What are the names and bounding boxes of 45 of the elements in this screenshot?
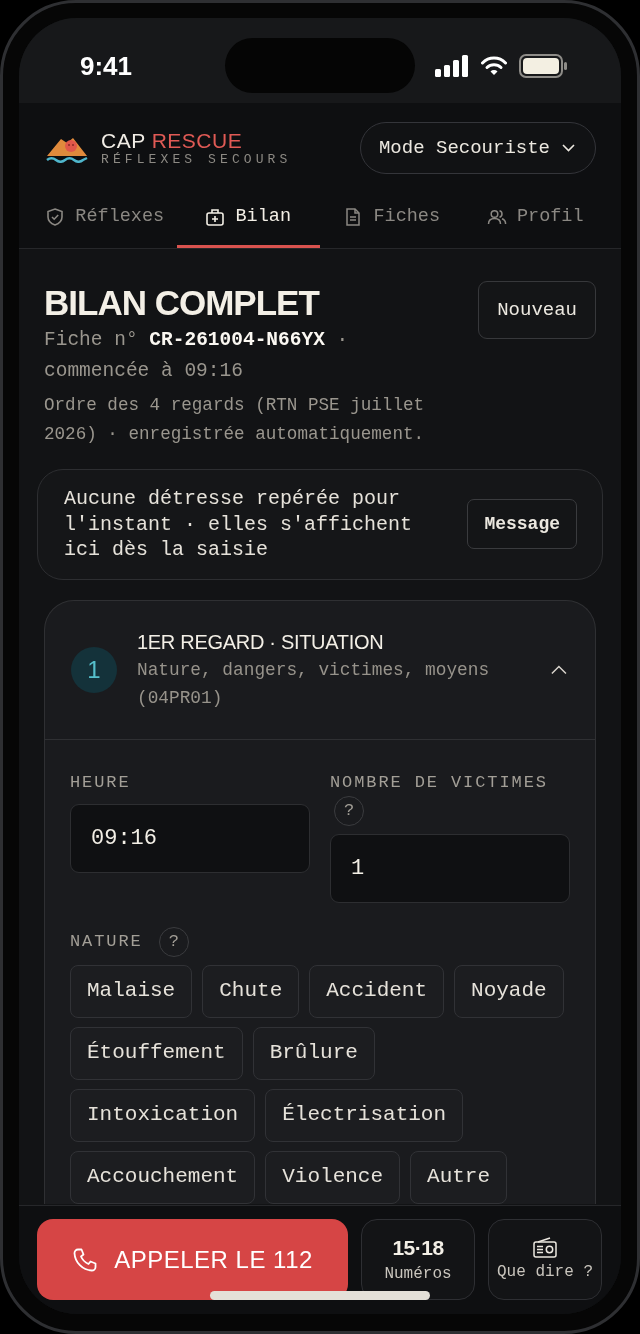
- tab[interactable]: Fiches: [320, 188, 464, 248]
- phone-icon: [72, 1246, 99, 1273]
- nature-chip[interactable]: Brûlure: [252, 1026, 375, 1080]
- nature-chip[interactable]: Noyade: [454, 964, 564, 1018]
- nature-chip[interactable]: Violence: [265, 1150, 401, 1204]
- field-label: NOMBRE DE VICTIMES: [330, 772, 548, 792]
- mode-dropdown[interactable]: Mode Secouriste: [359, 122, 596, 174]
- text-field[interactable]: 09:16: [70, 803, 310, 873]
- nature-chip[interactable]: Intoxication: [70, 1088, 256, 1142]
- tab[interactable]: Profil: [463, 188, 607, 248]
- section-subtitle: Nature, dangers, victimes, moyens (04PR01): [137, 658, 491, 710]
- call-button[interactable]: APPELER LE 112: [37, 1219, 348, 1300]
- step-number: 1: [71, 646, 117, 693]
- brand-name: CAP RESCUE: [101, 129, 244, 152]
- nature-chip[interactable]: Chute: [202, 964, 300, 1018]
- battery-icon: [519, 53, 567, 78]
- tab[interactable]: Réflexes: [33, 188, 177, 248]
- signal-icon: [435, 54, 469, 77]
- medical-kit-icon: [205, 206, 226, 227]
- record-info: Fiche n° CR-261004-N66YX · commencée à 09:16: [44, 328, 350, 384]
- phrases-button[interactable]: Que dire ?: [488, 1219, 602, 1300]
- nature-chip[interactable]: Accouchement: [70, 1150, 256, 1204]
- text-field[interactable]: 1: [330, 833, 570, 903]
- field-label: NATURE: [70, 932, 143, 951]
- nature-chip[interactable]: Électrisation: [265, 1088, 464, 1142]
- chevron-up-icon[interactable]: [551, 664, 567, 675]
- nature-chip[interactable]: Autre: [410, 1150, 508, 1204]
- nature-chip[interactable]: Malaise: [70, 964, 193, 1018]
- shield-check-icon: [45, 206, 66, 227]
- status-time: 9:41: [79, 52, 133, 79]
- brand-tagline: RÉFLEXES SECOURS: [101, 151, 292, 167]
- section-title: 1ER REGARD · SITUATION: [137, 629, 385, 655]
- chevron-down-icon: [562, 144, 575, 152]
- wifi-icon: [481, 55, 507, 76]
- record-note: Ordre des 4 regards (RTN PSE juillet 2026) · enregistrée automatiquement.: [44, 394, 426, 446]
- alert-message: Aucune détresse repérée pour l'instant · elles s'affichent ici dès la saisie: [64, 486, 414, 563]
- nature-chip[interactable]: Accident: [309, 964, 445, 1018]
- radio-icon: [533, 1237, 557, 1258]
- nature-chip[interactable]: Étouffement: [70, 1026, 243, 1080]
- new-button[interactable]: Nouveau: [478, 281, 596, 339]
- page-title: BILAN COMPLET: [44, 282, 321, 324]
- numbers-button[interactable]: 15·18 Numéros: [361, 1219, 475, 1300]
- tab[interactable]: Bilan: [176, 188, 320, 248]
- message-button[interactable]: Message: [467, 499, 577, 550]
- field-label: HEURE: [70, 772, 131, 792]
